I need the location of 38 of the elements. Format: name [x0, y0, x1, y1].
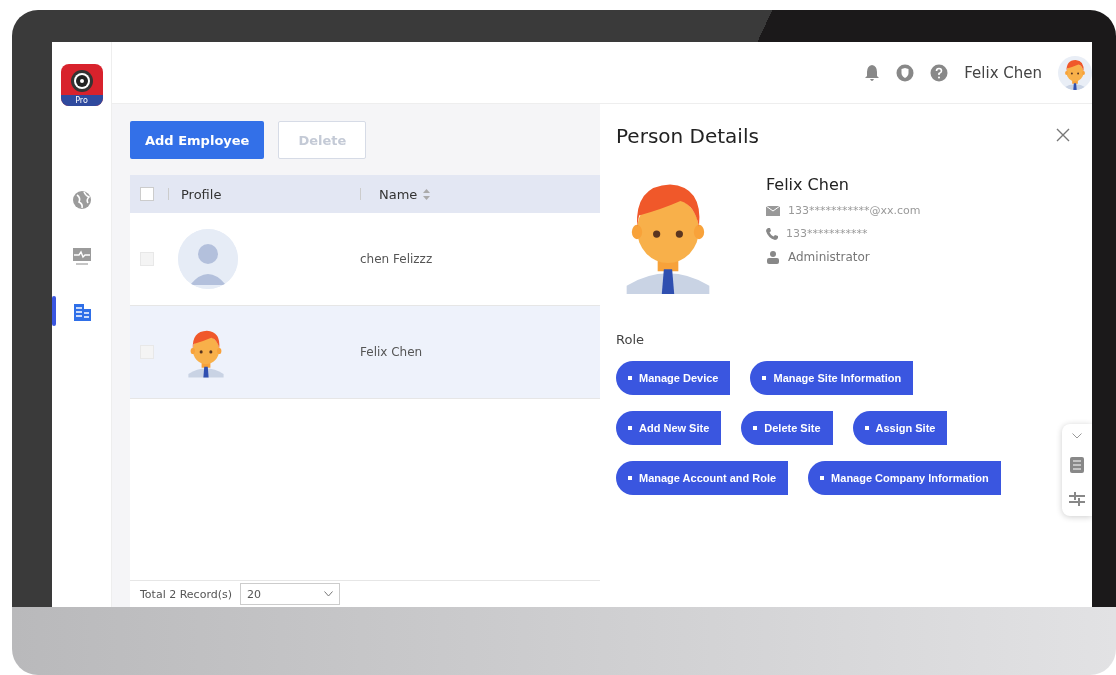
phone-icon [766, 227, 778, 240]
column-header[interactable]: Name [379, 186, 418, 202]
permission-tag: Manage Device [616, 361, 731, 395]
email-text: 133***********@xx.com [788, 204, 921, 217]
permission-tag: Delete Site [741, 411, 833, 445]
phone-text: 133*********** [786, 227, 868, 240]
bell-icon[interactable] [864, 63, 881, 82]
person-name: Felix Chen [766, 175, 850, 194]
column-header: Profile [181, 186, 222, 202]
role-text: Administrator [788, 250, 870, 264]
app-logo[interactable]: Pro [60, 64, 103, 106]
table-cell: chen Felizzz [360, 252, 433, 266]
permission-tag: Manage Account and Role [616, 461, 789, 495]
total-records: Total 2 Record(s) [140, 587, 232, 601]
table-row[interactable]: Felix Chen [130, 306, 600, 399]
permission-tag: Manage Company Information [808, 461, 1001, 495]
chevron-down-icon [324, 591, 333, 597]
monitor-icon [70, 245, 93, 267]
select-all-checkbox[interactable] [140, 187, 154, 201]
shield-icon[interactable] [896, 63, 915, 82]
sort-icon[interactable] [423, 188, 431, 200]
add-employee-button[interactable]: Add Employee [130, 121, 265, 159]
table-cell: Felix Chen [360, 345, 423, 359]
logo-badge: Pro [60, 95, 103, 106]
permission-tag: Manage Site Information [750, 361, 914, 395]
panel-title: Person Details [616, 124, 759, 148]
page-size-select[interactable]: 20 [240, 583, 340, 605]
mail-icon [766, 205, 780, 216]
document-icon[interactable] [1070, 457, 1084, 473]
collapse-button[interactable] [1072, 433, 1082, 439]
section-label: Role [616, 332, 645, 347]
permission-tag: Add New Site [616, 411, 722, 445]
role-icon [766, 250, 780, 264]
adjust-icon[interactable] [1069, 491, 1085, 507]
permission-tag: Assign Site [852, 411, 948, 445]
user-name[interactable]: Felix Chen [964, 63, 1042, 82]
globe-icon [70, 189, 93, 211]
help-icon[interactable] [930, 63, 949, 82]
